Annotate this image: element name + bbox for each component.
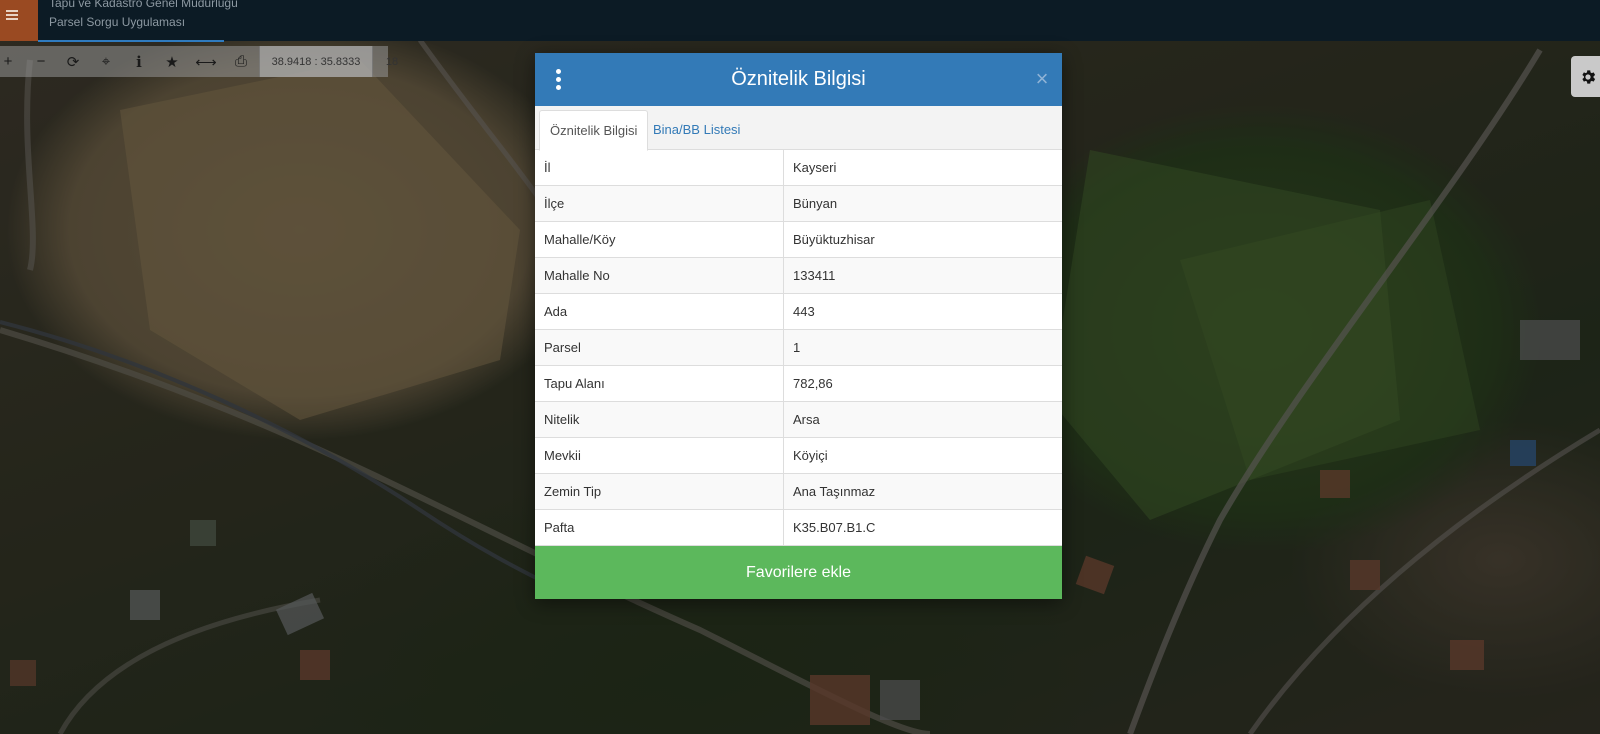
app-header: Tapu ve Kadastro Genel Müdürlüğü Parsel …	[0, 0, 1600, 42]
attribute-key: Mahalle No	[535, 257, 784, 294]
table-row: Tapu Alanı 782,86	[535, 365, 1062, 402]
attribute-key: Nitelik	[535, 401, 784, 438]
modal-title: Öznitelik Bilgisi	[731, 68, 866, 90]
attribute-value: 443	[783, 293, 1062, 330]
attribute-key: İlçe	[535, 185, 784, 222]
add-to-favorites-button[interactable]: Favorilere ekle	[535, 546, 1062, 599]
attribute-value: 1	[783, 329, 1062, 366]
attribute-value: 133411	[783, 257, 1062, 294]
attribute-info-modal: Öznitelik Bilgisi × Öznitelik Bilgisi Bi…	[535, 53, 1062, 599]
attribute-key: Mahalle/Köy	[535, 221, 784, 258]
attribute-value: Arsa	[783, 401, 1062, 438]
app-name: Parsel Sorgu Uygulaması	[49, 15, 186, 29]
hamburger-icon[interactable]	[0, 0, 38, 41]
attribute-table: İl Kayseri İlçe Bünyan Mahalle/Köy Büyüktuz…	[535, 150, 1062, 546]
kebab-menu-icon[interactable]	[555, 69, 563, 91]
attribute-key: Parsel	[535, 329, 784, 366]
info-icon[interactable]: i	[124, 46, 154, 77]
attribute-value: K35.B07.B1.C	[783, 509, 1062, 546]
zoom-out-icon[interactable]: −	[26, 46, 56, 77]
table-row: Pafta K35.B07.B1.C	[535, 509, 1062, 546]
table-row: Zemin Tip Ana Taşınmaz	[535, 473, 1062, 510]
modal-tabs: Öznitelik Bilgisi Bina/BB Listesi	[535, 106, 1062, 151]
attribute-value: Kayseri	[783, 150, 1062, 186]
attribute-key: Zemin Tip	[535, 473, 784, 510]
locate-icon[interactable]: ⌖	[91, 46, 121, 77]
zoom-level-readout: 18	[385, 55, 399, 68]
refresh-icon[interactable]: ⟳	[58, 46, 88, 77]
attribute-value: Büyüktuzhisar	[783, 221, 1062, 258]
attribute-key: Pafta	[535, 509, 784, 546]
close-icon[interactable]: ×	[1032, 67, 1052, 91]
table-row: Ada 443	[535, 293, 1062, 330]
table-row: Mahalle No 133411	[535, 257, 1062, 294]
tab-building-list[interactable]: Bina/BB Listesi	[643, 110, 750, 149]
table-row: Mahalle/Köy Büyüktuzhisar	[535, 221, 1062, 258]
tab-attribute-info[interactable]: Öznitelik Bilgisi	[539, 110, 649, 151]
print-icon[interactable]: ⎙	[226, 46, 256, 77]
table-row: Parsel 1	[535, 329, 1062, 366]
coordinate-readout: 38.9418 : 35.8333	[259, 46, 373, 77]
table-row: Nitelik Arsa	[535, 401, 1062, 438]
attribute-key: İl	[535, 150, 784, 186]
org-name: Tapu ve Kadastro Genel Müdürlüğü	[49, 0, 238, 10]
attribute-value: 782,86	[783, 365, 1062, 402]
attribute-value: Köyiçi	[783, 437, 1062, 474]
table-row: İlçe Bünyan	[535, 185, 1062, 222]
zoom-in-icon[interactable]: +	[0, 46, 23, 77]
attribute-key: Mevkii	[535, 437, 784, 474]
loading-progress-line	[38, 40, 224, 42]
attribute-value: Ana Taşınmaz	[783, 473, 1062, 510]
table-row: Mevkii Köyiçi	[535, 437, 1062, 474]
attribute-key: Tapu Alanı	[535, 365, 784, 402]
map-toolbar: + − ⟳ ⌖ i ★ ⟷ ⎙ 38.9418 : 35.8333 18	[0, 46, 398, 77]
modal-header: Öznitelik Bilgisi ×	[535, 53, 1062, 106]
measure-icon[interactable]: ⟷	[191, 46, 221, 77]
attribute-key: Ada	[535, 293, 784, 330]
table-row: İl Kayseri	[535, 150, 1062, 186]
favorite-star-icon[interactable]: ★	[157, 46, 187, 77]
gear-icon	[1582, 69, 1596, 84]
settings-button[interactable]	[1571, 56, 1600, 97]
attribute-value: Bünyan	[783, 185, 1062, 222]
